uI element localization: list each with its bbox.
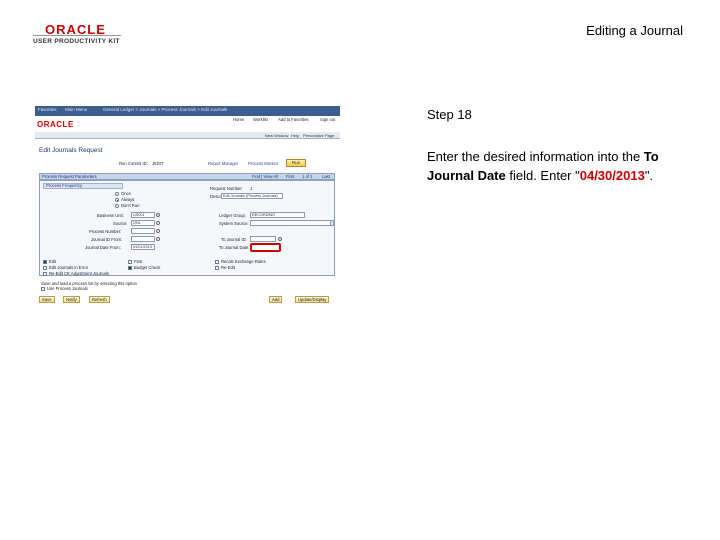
notify-button[interactable]: Notify bbox=[63, 296, 80, 303]
freq-once-label: Once bbox=[121, 191, 132, 196]
to-journal-date-input[interactable] bbox=[250, 243, 281, 252]
run-control-label: Run Control ID: bbox=[119, 161, 148, 166]
request-number-label: Request Number: bbox=[210, 186, 243, 191]
business-unit-label: Business Unit: bbox=[97, 213, 124, 218]
nav-favorites[interactable]: Favorites bbox=[38, 107, 57, 112]
process-monitor-link[interactable]: Process Monitor bbox=[248, 161, 278, 166]
re-edit-ce-checkbox[interactable] bbox=[43, 272, 47, 276]
instruction-text: Enter the desired information into the T… bbox=[427, 147, 697, 185]
link-help[interactable]: Help bbox=[291, 133, 299, 138]
link-new-window[interactable]: New Window bbox=[265, 133, 288, 138]
system-source-select[interactable] bbox=[250, 220, 334, 226]
grid-last-link[interactable]: Last bbox=[322, 174, 330, 179]
process-number-label: Process Number: bbox=[89, 229, 122, 234]
to-journal-id-input[interactable] bbox=[250, 236, 276, 242]
source-input[interactable]: ONL bbox=[131, 220, 155, 226]
recalc-checkbox[interactable] bbox=[215, 260, 219, 264]
recalc-check-label: Recalc Exchange Rates bbox=[221, 259, 266, 264]
screenshot-nav-bar: Favorites Main Menu General Ledger > Jou… bbox=[35, 106, 340, 116]
link-add-favorites[interactable]: Add to Favorites bbox=[278, 117, 309, 122]
instruction-part2: field. Enter " bbox=[505, 168, 580, 183]
description-input[interactable]: Edit Journals (Process Journals) bbox=[221, 193, 283, 199]
post-check-label: Post bbox=[134, 259, 143, 264]
budget-check-checkbox[interactable] bbox=[128, 266, 132, 270]
nav-main-menu[interactable]: Main Menu bbox=[65, 107, 87, 112]
link-personalize[interactable]: Personalize Page bbox=[303, 133, 334, 138]
from-date-input[interactable]: 04/01/2013 bbox=[131, 244, 155, 250]
source-label: Source: bbox=[113, 221, 128, 226]
instruction-value: 04/30/2013 bbox=[579, 168, 645, 183]
edit-in-error-checkbox[interactable] bbox=[43, 266, 47, 270]
freq-always-label: Always bbox=[121, 197, 135, 202]
instruction-part1: Enter the desired information into the bbox=[427, 149, 644, 164]
freq-dontrun-label: Don't Run bbox=[121, 203, 140, 208]
to-journal-id-lookup-icon[interactable] bbox=[278, 237, 282, 241]
process-params-panel bbox=[39, 180, 335, 276]
logo-divider bbox=[33, 35, 121, 36]
re-edit-checkbox[interactable] bbox=[215, 266, 219, 270]
freq-dontrun-radio[interactable] bbox=[115, 204, 119, 208]
process-params-header: Process Request Parameters Find | View A… bbox=[39, 173, 335, 180]
business-unit-lookup-icon[interactable] bbox=[156, 213, 160, 217]
slide-title: Editing a Journal bbox=[586, 23, 683, 38]
use-process-list-label: Use Process Journals bbox=[47, 286, 88, 291]
process-frequency-header: Process Frequency bbox=[43, 183, 123, 189]
from-journal-id-lookup-icon[interactable] bbox=[156, 237, 160, 241]
link-worklist[interactable]: Worklist bbox=[253, 117, 268, 122]
ledger-group-input[interactable]: RECORDING bbox=[250, 212, 305, 218]
grid-count: 1 of 1 bbox=[302, 174, 313, 179]
process-number-lookup-icon[interactable] bbox=[156, 229, 160, 233]
use-process-list-checkbox[interactable] bbox=[41, 287, 45, 291]
run-control-value: JEDIT bbox=[152, 161, 164, 166]
edit-checkbox[interactable] bbox=[43, 260, 47, 264]
step-label: Step 18 bbox=[427, 107, 472, 122]
refresh-button[interactable]: Refresh bbox=[89, 296, 110, 303]
nav-breadcrumb[interactable]: General Ledger > Journals > Process Jour… bbox=[103, 107, 227, 112]
edit-check-label: Edit bbox=[49, 259, 57, 264]
to-date-label: To Journal Date: bbox=[219, 245, 250, 250]
from-journal-id-input[interactable] bbox=[131, 236, 155, 242]
link-sign-out[interactable]: Sign out bbox=[320, 117, 335, 122]
re-edit-ce-label: Re-Edit CE Adjustment Journals bbox=[49, 271, 109, 276]
report-manager-link[interactable]: Report Manager bbox=[208, 161, 238, 166]
screenshot-oracle-logo: ORACLE bbox=[37, 120, 74, 129]
instruction-part3: ". bbox=[644, 168, 654, 183]
run-button[interactable]: Run bbox=[286, 159, 306, 167]
screenshot-page-title: Edit Journals Request bbox=[39, 147, 103, 154]
link-home[interactable]: Home bbox=[233, 117, 244, 122]
save-button[interactable]: Save bbox=[39, 296, 55, 303]
system-source-label: System Source: bbox=[219, 221, 249, 226]
grid-find-link[interactable]: Find | View All bbox=[252, 174, 278, 179]
screenshot-toolbar: New Window Help Personalize Page bbox=[35, 132, 340, 139]
system-source-dropdown-icon[interactable] bbox=[330, 220, 334, 226]
business-unit-input[interactable]: US001 bbox=[131, 212, 155, 218]
ledger-group-label: Ledger Group: bbox=[219, 213, 247, 218]
freq-always-radio[interactable] bbox=[115, 198, 119, 202]
update-display-button[interactable]: Update/Display bbox=[295, 296, 330, 303]
grid-first-link[interactable]: First bbox=[286, 174, 294, 179]
process-params-title: Process Request Parameters bbox=[42, 174, 97, 179]
edit-in-error-label: Edit Journals in Error bbox=[49, 265, 89, 270]
request-number-value: 1 bbox=[250, 186, 253, 191]
post-checkbox[interactable] bbox=[128, 260, 132, 264]
source-lookup-icon[interactable] bbox=[156, 221, 160, 225]
application-screenshot: Favorites Main Menu General Ledger > Jou… bbox=[35, 106, 340, 310]
upk-wordmark: USER PRODUCTIVITY KIT bbox=[33, 38, 120, 45]
from-journal-id-label: Journal ID From: bbox=[91, 237, 123, 242]
freq-once-radio[interactable] bbox=[115, 192, 119, 196]
budget-check-label: Budget Check bbox=[134, 265, 161, 270]
to-journal-id-label: To Journal ID: bbox=[221, 237, 247, 242]
from-date-label: Journal Date From: bbox=[85, 245, 121, 250]
oracle-upk-logo: ORACLE USER PRODUCTIVITY KIT bbox=[33, 22, 133, 48]
process-number-input[interactable] bbox=[131, 228, 155, 234]
add-button[interactable]: Add bbox=[269, 296, 283, 303]
re-edit-label: Re-Edit bbox=[221, 265, 235, 270]
